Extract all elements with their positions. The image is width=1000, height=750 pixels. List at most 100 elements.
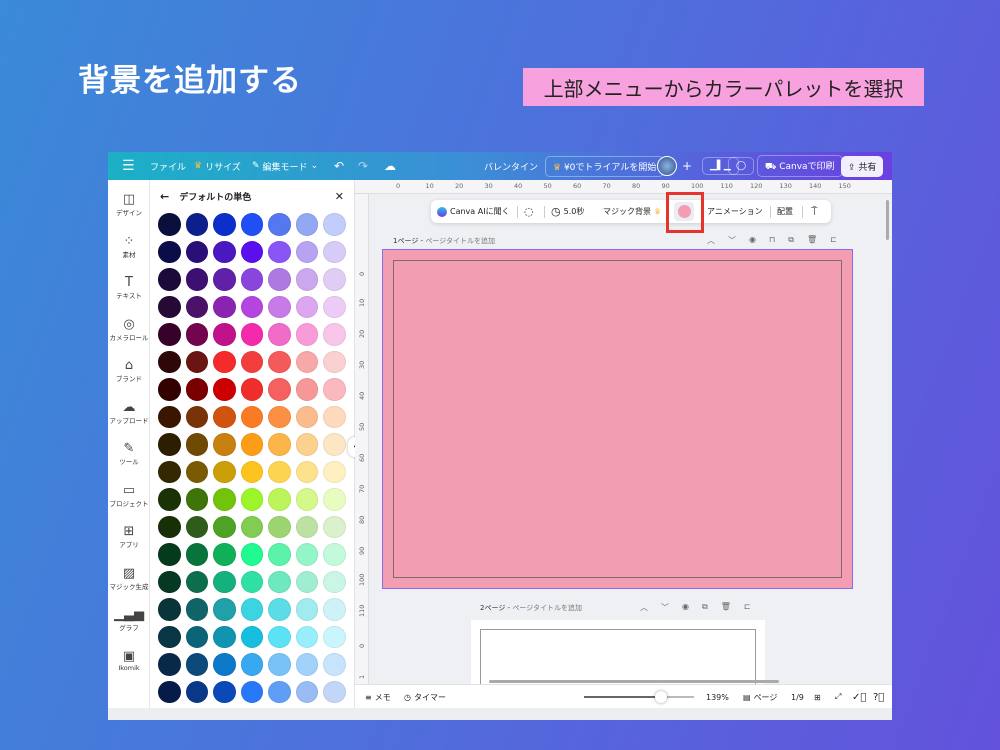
- trash-icon[interactable]: 🗑: [721, 602, 731, 613]
- color-swatch[interactable]: [158, 295, 181, 318]
- undo-icon[interactable]: ↶: [334, 152, 344, 180]
- color-swatch[interactable]: [323, 268, 346, 291]
- resize-button[interactable]: ♛ リサイズ: [194, 152, 241, 180]
- color-swatch[interactable]: [185, 515, 208, 538]
- rail-item-4[interactable]: ⌂ ブランド: [108, 358, 150, 383]
- color-swatch[interactable]: [323, 460, 346, 483]
- color-swatch[interactable]: [323, 323, 346, 346]
- rail-item-8[interactable]: ⊞ アプリ: [108, 524, 150, 549]
- color-swatch[interactable]: [240, 240, 263, 263]
- rail-item-5[interactable]: ☁ アップロード: [108, 400, 150, 425]
- color-swatch[interactable]: [240, 405, 263, 428]
- color-swatch[interactable]: [295, 405, 318, 428]
- color-swatch[interactable]: [295, 488, 318, 511]
- add-page-icon[interactable]: ⊏: [830, 235, 837, 246]
- color-swatch[interactable]: [158, 488, 181, 511]
- rail-item-1[interactable]: ⁘ 素材: [108, 234, 150, 259]
- color-swatch[interactable]: [185, 378, 208, 401]
- color-swatch[interactable]: [268, 240, 291, 263]
- lock-icon[interactable]: ⊓: [769, 235, 775, 246]
- color-swatch[interactable]: [213, 323, 236, 346]
- horizontal-scrollbar[interactable]: [489, 680, 779, 683]
- rail-item-7[interactable]: ▭ プロジェクト: [108, 483, 150, 508]
- color-swatch[interactable]: [323, 680, 346, 703]
- zoom-slider[interactable]: [584, 691, 694, 703]
- fullscreen-icon[interactable]: ⤢: [835, 685, 841, 709]
- color-swatch[interactable]: [158, 240, 181, 263]
- color-swatch[interactable]: [185, 268, 208, 291]
- color-swatch[interactable]: [268, 433, 291, 456]
- color-swatch[interactable]: [185, 570, 208, 593]
- rail-item-3[interactable]: ◎ カメラロール: [108, 317, 150, 342]
- color-swatch[interactable]: [213, 460, 236, 483]
- check-icon[interactable]: ✓⃝: [852, 685, 866, 709]
- color-swatch[interactable]: [268, 268, 291, 291]
- color-swatch[interactable]: [158, 268, 181, 291]
- file-menu[interactable]: ファイル: [150, 152, 186, 180]
- color-swatch[interactable]: [295, 323, 318, 346]
- color-swatch[interactable]: [268, 570, 291, 593]
- color-swatch[interactable]: [213, 378, 236, 401]
- color-swatch[interactable]: [295, 625, 318, 648]
- color-swatch[interactable]: [323, 213, 346, 236]
- position-button[interactable]: 配置: [777, 206, 793, 217]
- color-swatch[interactable]: [268, 460, 291, 483]
- color-swatch[interactable]: [185, 405, 208, 428]
- color-swatch[interactable]: [295, 350, 318, 373]
- color-swatch[interactable]: [295, 570, 318, 593]
- color-swatch[interactable]: [323, 350, 346, 373]
- cloud-saved-icon[interactable]: ☁: [384, 152, 396, 180]
- add-page-icon[interactable]: ⊏: [744, 602, 751, 613]
- color-swatch[interactable]: [268, 515, 291, 538]
- color-swatch[interactable]: [213, 350, 236, 373]
- color-swatch[interactable]: [240, 515, 263, 538]
- color-swatch[interactable]: [240, 378, 263, 401]
- color-swatch[interactable]: [213, 295, 236, 318]
- color-swatch[interactable]: [240, 488, 263, 511]
- color-swatch[interactable]: [213, 570, 236, 593]
- color-swatch[interactable]: [158, 378, 181, 401]
- color-swatch[interactable]: [185, 625, 208, 648]
- vertical-scrollbar[interactable]: [886, 200, 889, 240]
- color-swatch[interactable]: [268, 488, 291, 511]
- animation-button[interactable]: アニメーション: [707, 206, 763, 217]
- timer-button[interactable]: ◷ タイマー: [404, 685, 446, 709]
- grid-view-icon[interactable]: ⊞: [814, 685, 821, 709]
- color-swatch[interactable]: [323, 543, 346, 566]
- color-swatch[interactable]: [268, 213, 291, 236]
- color-swatch[interactable]: [185, 240, 208, 263]
- document-title[interactable]: バレンタイン: [484, 152, 538, 180]
- color-swatch[interactable]: [268, 543, 291, 566]
- color-swatch[interactable]: [158, 625, 181, 648]
- color-swatch[interactable]: [158, 460, 181, 483]
- color-swatch[interactable]: [295, 433, 318, 456]
- color-swatch[interactable]: [185, 295, 208, 318]
- back-arrow-icon[interactable]: ←: [160, 190, 169, 203]
- paint-roller-icon[interactable]: ⍑: [811, 205, 818, 219]
- color-swatch[interactable]: [295, 598, 318, 621]
- color-swatch[interactable]: [268, 653, 291, 676]
- trash-icon[interactable]: 🗑: [807, 235, 817, 246]
- color-swatch[interactable]: [240, 295, 263, 318]
- color-swatch[interactable]: [213, 268, 236, 291]
- color-swatch[interactable]: [323, 433, 346, 456]
- color-swatch[interactable]: [323, 515, 346, 538]
- avatar[interactable]: [657, 156, 677, 176]
- color-swatch[interactable]: [185, 323, 208, 346]
- color-swatch[interactable]: [240, 543, 263, 566]
- color-swatch[interactable]: [268, 323, 291, 346]
- magic-background-button[interactable]: マジック背景 ♛: [603, 206, 661, 217]
- color-swatch[interactable]: [240, 460, 263, 483]
- color-swatch[interactable]: [323, 570, 346, 593]
- color-swatch[interactable]: [158, 543, 181, 566]
- color-swatch[interactable]: [323, 295, 346, 318]
- hide-page-icon[interactable]: ◉: [749, 235, 756, 246]
- comment-icon[interactable]: ◯: [728, 157, 755, 175]
- color-swatch[interactable]: [295, 268, 318, 291]
- color-swatch[interactable]: [185, 213, 208, 236]
- color-swatch[interactable]: [268, 378, 291, 401]
- color-swatch[interactable]: [240, 268, 263, 291]
- color-swatch[interactable]: [158, 598, 181, 621]
- duration-button[interactable]: ◷ 5.0秒: [551, 205, 584, 218]
- color-swatch[interactable]: [295, 515, 318, 538]
